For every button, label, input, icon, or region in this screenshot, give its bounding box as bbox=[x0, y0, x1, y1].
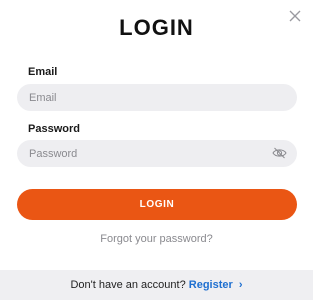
password-field[interactable] bbox=[29, 140, 269, 167]
login-modal: LOGIN Email Password LOGIN Forgot your p… bbox=[0, 0, 313, 300]
register-prompt: Don't have an account? bbox=[70, 279, 186, 291]
password-label: Password bbox=[28, 123, 80, 135]
email-field-wrapper bbox=[17, 84, 297, 111]
register-link[interactable]: Register bbox=[189, 279, 233, 291]
chevron-right-icon[interactable]: › bbox=[239, 270, 243, 300]
password-field-wrapper bbox=[17, 140, 297, 167]
login-button[interactable]: LOGIN bbox=[17, 189, 297, 220]
eye-icon[interactable] bbox=[272, 147, 287, 159]
forgot-password-link[interactable]: Forgot your password? bbox=[0, 233, 313, 245]
modal-title: LOGIN bbox=[119, 15, 194, 40]
email-label: Email bbox=[28, 66, 58, 78]
register-footer: Don't have an account? Register › bbox=[0, 270, 313, 300]
email-field[interactable] bbox=[29, 84, 269, 111]
